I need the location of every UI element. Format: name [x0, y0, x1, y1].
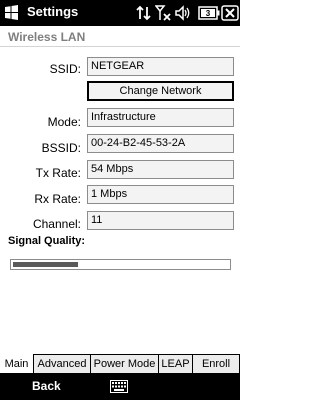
tab-advanced[interactable]: Advanced: [33, 354, 90, 374]
tx-rate-label: Tx Rate:: [35, 166, 81, 180]
status-bar: Settings 3: [0, 0, 240, 26]
tab-main-label: Main: [4, 358, 29, 370]
tab-enroll-label: Enroll: [201, 358, 231, 370]
data-connectivity-icon[interactable]: [136, 4, 154, 22]
heading-divider: [0, 46, 240, 47]
back-softkey[interactable]: Back: [32, 379, 61, 393]
ssid-field: NETGEAR: [87, 57, 234, 76]
tab-advanced-label: Advanced: [37, 358, 87, 370]
keyboard-icon[interactable]: [110, 380, 128, 393]
signal-quality-bar: [10, 259, 231, 270]
tab-strip: Main Advanced Power Mode LEAP Enroll: [0, 354, 240, 374]
rx-rate-label: Rx Rate:: [34, 192, 81, 206]
bssid-field: 00-24-B2-45-53-2A: [87, 134, 234, 153]
tx-rate-field: 54 Mbps: [87, 160, 234, 179]
page-heading: Wireless LAN: [8, 30, 86, 44]
status-title[interactable]: Settings: [27, 4, 78, 19]
signal-strength-icon[interactable]: [155, 4, 173, 22]
signal-quality-label: Signal Quality:: [8, 235, 86, 247]
battery-level-text: 3: [206, 9, 211, 18]
battery-icon[interactable]: 3: [198, 4, 220, 22]
change-network-button[interactable]: Change Network: [87, 81, 234, 101]
tab-power-mode[interactable]: Power Mode: [90, 354, 158, 374]
tab-power-mode-label: Power Mode: [93, 358, 156, 370]
bssid-label: BSSID:: [41, 141, 81, 155]
tab-leap[interactable]: LEAP: [158, 354, 192, 374]
mode-field: Infrastructure: [87, 108, 234, 127]
channel-field: 11: [87, 211, 234, 230]
rx-rate-field: 1 Mbps: [87, 185, 234, 204]
signal-quality-fill: [13, 262, 78, 267]
mode-label: Mode:: [47, 115, 81, 129]
tab-leap-label: LEAP: [161, 358, 190, 370]
channel-label: Channel:: [32, 217, 81, 231]
tab-main[interactable]: Main: [0, 354, 33, 374]
windows-start-icon[interactable]: [4, 5, 19, 20]
volume-icon[interactable]: [174, 4, 192, 22]
ssid-label: SSID:: [49, 62, 81, 76]
close-icon[interactable]: [221, 4, 239, 22]
softkey-bar: Back: [0, 374, 240, 400]
tab-enroll[interactable]: Enroll: [192, 354, 240, 374]
